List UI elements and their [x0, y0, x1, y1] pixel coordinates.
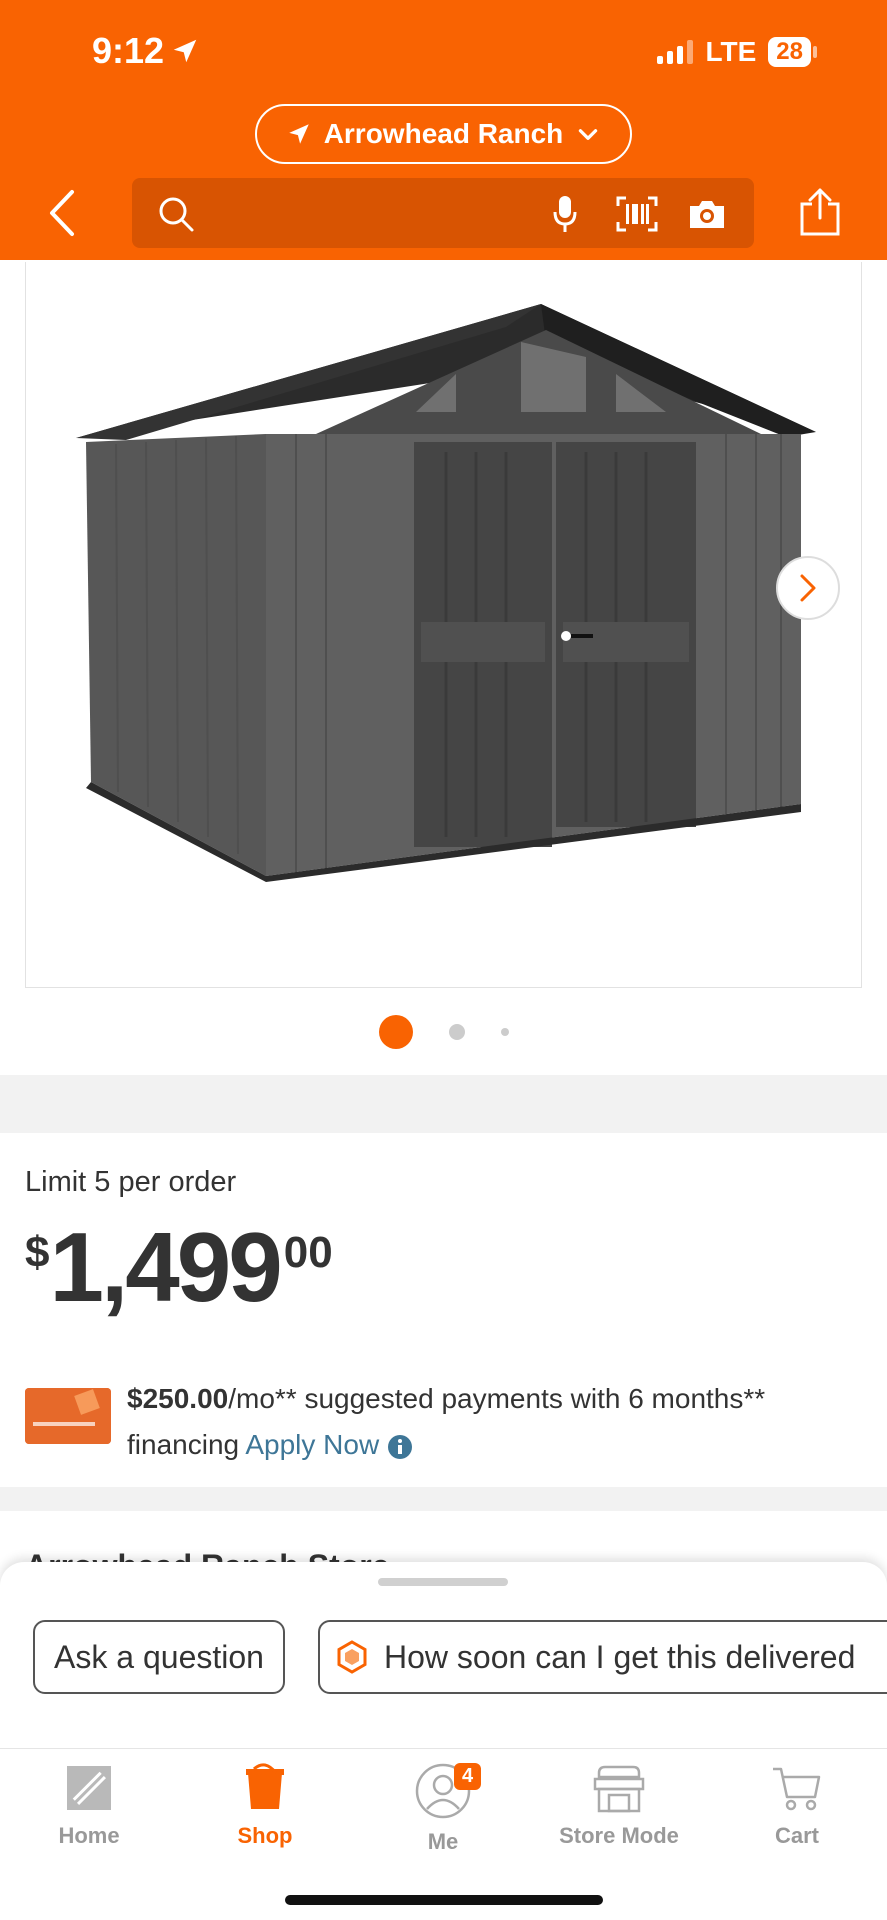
store-location-button[interactable]: Arrowhead Ranch	[255, 104, 632, 164]
shop-bucket-icon	[246, 1763, 284, 1809]
battery-level: 28	[768, 37, 811, 67]
delivery-question-chip[interactable]: How soon can I get this delivered	[318, 1620, 887, 1694]
network-label: LTE	[705, 36, 757, 67]
camera-icon[interactable]	[688, 198, 726, 230]
section-divider	[0, 1487, 887, 1511]
hexagon-icon	[337, 1640, 367, 1674]
signal-icon	[657, 40, 694, 64]
notification-badge: 4	[454, 1763, 482, 1790]
share-button[interactable]	[798, 188, 842, 243]
product-price: $ 1,499 00	[25, 1212, 333, 1322]
chevron-left-icon	[50, 190, 74, 236]
home-depot-logo-icon	[67, 1766, 111, 1810]
location-arrow-icon	[288, 124, 309, 144]
chip-label: How soon can I get this delivered	[384, 1638, 856, 1675]
tab-label: Cart	[774, 1823, 819, 1848]
pagination-dot[interactable]	[500, 1028, 509, 1036]
search-icon	[159, 197, 194, 232]
tab-label: Me	[427, 1829, 459, 1854]
financing-offer: $250.00/mo** suggested payments with 6 m…	[25, 1376, 865, 1468]
gallery-pagination	[0, 1015, 887, 1049]
tab-cart[interactable]: Cart	[722, 1763, 872, 1849]
pagination-dot-active[interactable]	[378, 1015, 413, 1049]
share-icon	[800, 188, 840, 236]
order-limit: Limit 5 per order	[25, 1166, 237, 1198]
ask-question-chip[interactable]: Ask a question	[33, 1620, 285, 1694]
price-cents: 00	[283, 1228, 333, 1277]
store-location-label: Arrowhead Ranch	[323, 118, 564, 149]
home-indicator	[285, 1895, 603, 1905]
status-time-text: 9:12	[92, 30, 165, 71]
product-image-gallery[interactable]	[25, 262, 862, 988]
store-icon	[593, 1765, 645, 1813]
location-arrow-icon	[173, 39, 197, 63]
credit-card-image	[25, 1388, 111, 1444]
price-currency: $	[25, 1228, 50, 1277]
tab-shop[interactable]: Shop	[190, 1763, 340, 1849]
tab-me[interactable]: 4 Me	[368, 1763, 518, 1855]
chip-label: Ask a question	[54, 1638, 264, 1675]
section-divider	[0, 1075, 887, 1133]
battery-icon: 28	[768, 37, 817, 67]
status-indicators: LTE 28	[657, 36, 817, 68]
cart-icon	[773, 1767, 821, 1811]
financing-amount: $250.00	[127, 1383, 229, 1414]
app-header: 9:12 LTE 28 Arrowhead Ranch	[0, 0, 887, 260]
product-image	[76, 304, 816, 882]
tab-home[interactable]: Home	[14, 1763, 164, 1849]
apply-now-link[interactable]: Apply Now	[245, 1429, 379, 1460]
tab-label: Home	[58, 1823, 120, 1848]
chevron-right-icon	[800, 574, 816, 602]
barcode-scanner-icon[interactable]	[616, 196, 658, 232]
tab-label: Shop	[237, 1823, 293, 1848]
chevron-down-icon	[579, 129, 598, 140]
chat-suggestion-sheet: Ask a question How soon can I get this d…	[0, 1562, 887, 1748]
sheet-drag-handle[interactable]	[378, 1578, 508, 1586]
status-time: 9:12	[92, 30, 200, 72]
financing-terms: /mo** suggested payments with 6 months**	[228, 1383, 766, 1414]
search-input[interactable]	[132, 178, 754, 248]
next-image-button[interactable]	[776, 556, 840, 620]
tab-store-mode[interactable]: Store Mode	[544, 1763, 694, 1849]
back-button[interactable]	[44, 188, 84, 238]
tab-label: Store Mode	[559, 1823, 679, 1848]
microphone-icon[interactable]	[552, 194, 578, 234]
financing-label: financing	[127, 1429, 240, 1460]
info-icon[interactable]	[387, 1434, 413, 1460]
price-whole: 1,499	[49, 1212, 282, 1322]
pagination-dot[interactable]	[448, 1024, 465, 1040]
